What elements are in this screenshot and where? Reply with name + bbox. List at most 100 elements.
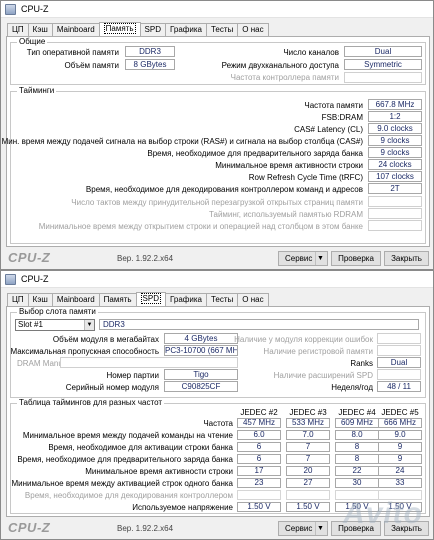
- tab-spd[interactable]: SPD: [139, 23, 166, 36]
- ranks-label: Ranks: [350, 359, 373, 368]
- validate-button[interactable]: Проверка: [331, 251, 381, 266]
- tab-graphics[interactable]: Графика: [164, 23, 207, 36]
- tab-cache[interactable]: Кэш: [27, 23, 53, 36]
- table-cell: 609 MHz: [335, 418, 379, 428]
- dc-mode-label: Режим двухканального доступа: [221, 61, 339, 70]
- close-button[interactable]: Закрыть: [384, 251, 429, 266]
- spd-panel: Выбор слота памяти Slot #1 ▼ DDR3 Объём …: [6, 306, 430, 517]
- timings-group: Тайминги Частота памяти 667.8 MHz FSB:DR…: [2, 86, 426, 244]
- table-cell: 1.50 V: [286, 502, 330, 512]
- row-label: Минимальное время между активацией строк…: [11, 479, 233, 488]
- slot-select-value: Slot #1: [18, 320, 43, 329]
- timing-label: CAS# Latency (CL): [294, 125, 363, 134]
- cpuz-app-icon: [5, 3, 16, 15]
- table-cell: 8: [335, 442, 379, 452]
- tools-button[interactable]: Сервис ▼: [278, 521, 328, 536]
- part-number-label: Номер партии: [106, 371, 159, 380]
- brand-logo: CPU-Z: [8, 250, 51, 265]
- row-label-disabled: Время, необходимое для декодирования кон…: [24, 491, 233, 500]
- title-bar[interactable]: CPU-Z: [1, 271, 433, 288]
- tab-spd[interactable]: SPD: [135, 292, 166, 306]
- row-label: Используемое напряжение: [132, 503, 233, 512]
- title-bar[interactable]: CPU-Z: [1, 1, 433, 18]
- tab-cpu[interactable]: ЦП: [7, 293, 29, 306]
- tab-mainboard[interactable]: Mainboard: [51, 23, 100, 36]
- channels-value: Dual: [344, 46, 422, 57]
- table-cell: 533 MHz: [286, 418, 330, 428]
- memory-size-label: Объём памяти: [64, 61, 119, 70]
- tab-about[interactable]: О нас: [237, 23, 269, 36]
- cycle-time-value: 24 clocks: [368, 159, 422, 170]
- table-cell: 7: [286, 442, 330, 452]
- ecc-label: Наличие у модуля коррекции ошибок: [234, 335, 373, 344]
- footer: CPU-Z Вер. 1.92.2.x64 Сервис ▼ Проверка …: [1, 247, 433, 269]
- table-cell: 1.50 V: [237, 502, 281, 512]
- memory-size-value: 8 GBytes: [125, 59, 175, 70]
- table-cell: [286, 490, 330, 500]
- ecc-value: [377, 333, 421, 344]
- ras-precharge-value: 9 clocks: [368, 147, 422, 158]
- version-label: Вер. 1.92.2.x64: [117, 524, 174, 533]
- table-cell: 9.0: [378, 430, 422, 440]
- cpuz-app-icon: [5, 273, 16, 285]
- tab-memory[interactable]: Память: [98, 22, 141, 36]
- dropdown-arrow-icon: ▼: [315, 252, 325, 265]
- tools-button[interactable]: Сервис ▼: [278, 251, 328, 266]
- rdram-value: [368, 208, 422, 219]
- tab-about[interactable]: О нас: [237, 293, 269, 306]
- cpuz-window-memory: CPU-Z ЦП Кэш Mainboard Память SPD График…: [0, 0, 434, 270]
- row-label: Минимальное время между подачей команды …: [22, 431, 233, 440]
- table-cell: 27: [286, 478, 330, 488]
- row-label: Время, необходимое для активации строки …: [48, 443, 233, 452]
- memory-panel: Общие Тип оперативной памяти DDR3 Объём …: [2, 36, 430, 247]
- tab-memory[interactable]: Память: [98, 293, 137, 306]
- tab-cpu[interactable]: ЦП: [7, 23, 29, 36]
- timing-label: Время, необходимое для декодирования кон…: [85, 185, 363, 194]
- column-header: JEDEC #5: [381, 408, 419, 417]
- column-header: JEDEC #2: [240, 408, 278, 417]
- table-cell: 9: [378, 442, 422, 452]
- tab-memory-label: Память: [103, 23, 136, 34]
- fsb-dram-value: 1:2: [368, 111, 422, 122]
- module-size-label: Объём модуля в мегабайтах: [52, 335, 159, 344]
- command-rate-value: 2T: [368, 183, 422, 194]
- table-cell: 6: [237, 454, 281, 464]
- timing-label: FSB:DRAM: [321, 113, 363, 122]
- dc-mode-value: Symmetric: [344, 59, 422, 70]
- table-cell: 6: [237, 442, 281, 452]
- slot-group: Выбор слота памяти Slot #1 ▼ DDR3 Объём …: [10, 307, 426, 398]
- window-title: CPU-Z: [21, 274, 49, 284]
- timing-label: Мин. время между подачей сигнала на выбо…: [1, 137, 363, 146]
- avito-watermark: Avito: [343, 497, 423, 530]
- column-header: JEDEC #4: [338, 408, 376, 417]
- row-to-column-value: [368, 220, 422, 231]
- timing-label: Row Refresh Cycle Time (tRFC): [248, 173, 363, 182]
- brand-logo: CPU-Z: [8, 520, 51, 535]
- timing-label: Минимальное время активности строки: [215, 161, 363, 170]
- timing-label-disabled: Тайминг, используемый памятью RDRAM: [208, 210, 363, 219]
- table-cell: 33: [378, 478, 422, 488]
- dram-frequency-value: 667.8 MHz: [368, 99, 422, 110]
- bandwidth-label: Максимальная пропускная способность: [10, 347, 159, 356]
- tab-cache[interactable]: Кэш: [27, 293, 53, 306]
- tab-graphics[interactable]: Графика: [164, 293, 207, 306]
- table-cell: 666 MHz: [378, 418, 422, 428]
- table-cell: 9: [378, 454, 422, 464]
- nb-frequency-label: Частота контроллера памяти: [230, 73, 339, 82]
- table-cell: 30: [335, 478, 379, 488]
- slot-group-title: Выбор слота памяти: [17, 307, 98, 316]
- row-label: Время, необходимое для предварительного …: [17, 455, 233, 464]
- timings-table-title: Таблица таймингов для разных частот: [17, 398, 165, 407]
- slot-select[interactable]: Slot #1 ▼: [15, 319, 95, 331]
- chevron-down-icon: ▼: [84, 320, 94, 330]
- tab-spd-label: SPD: [140, 293, 161, 304]
- tab-mainboard[interactable]: Mainboard: [51, 293, 100, 306]
- table-cell: 20: [286, 466, 330, 476]
- memory-type-value: DDR3: [125, 46, 175, 57]
- week-year-label: Неделя/год: [331, 383, 373, 392]
- timing-label-disabled: Число тактов между принудительной переза…: [71, 198, 363, 207]
- tab-bench[interactable]: Тесты: [205, 23, 239, 36]
- tab-bar: ЦП Кэш Mainboard Память SPD Графика Тест…: [7, 22, 269, 36]
- ranks-value: Dual: [377, 357, 421, 368]
- tab-bench[interactable]: Тесты: [205, 293, 239, 306]
